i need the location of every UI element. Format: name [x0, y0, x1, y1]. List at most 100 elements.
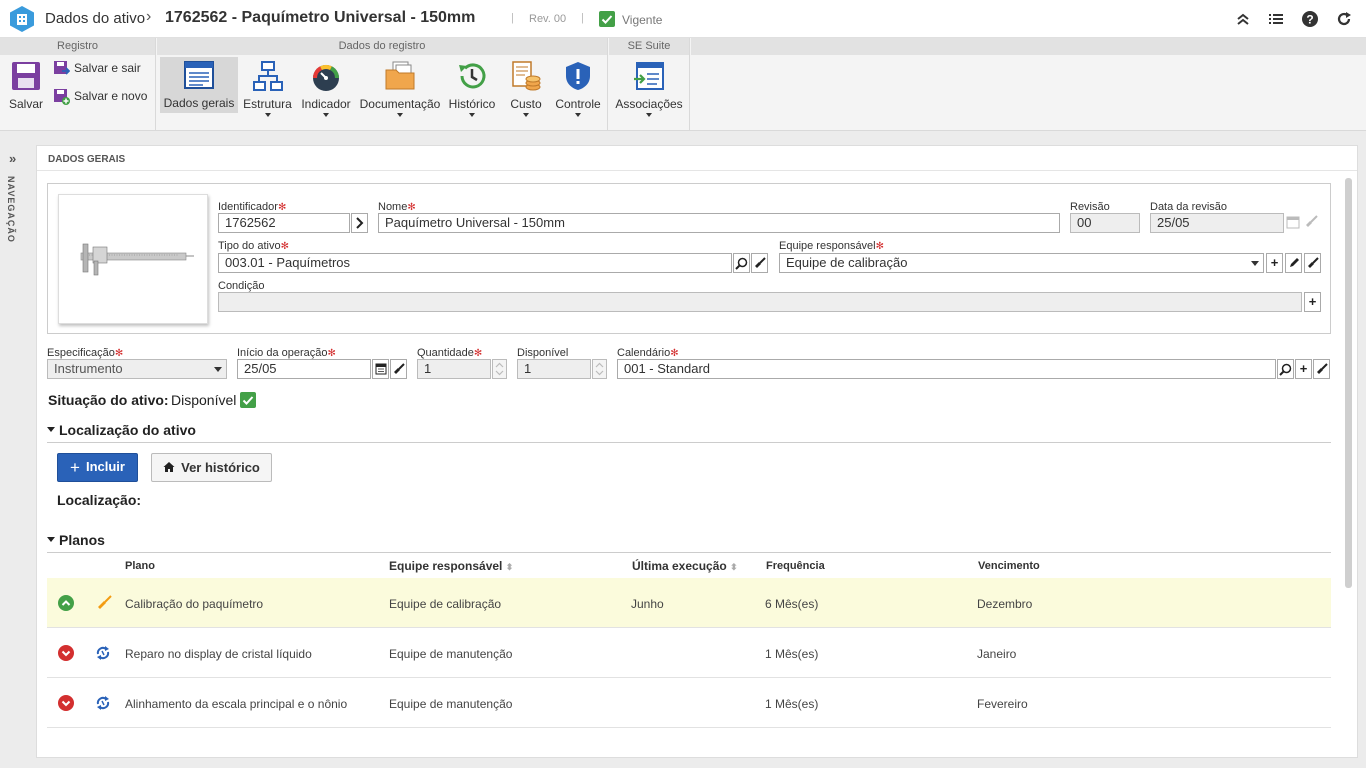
gauge-icon — [310, 60, 342, 92]
collapse-triangle-icon[interactable] — [47, 537, 55, 542]
save-new-label: Salvar e novo — [74, 89, 148, 103]
clear-brush-icon — [1308, 257, 1319, 268]
plans-section-title[interactable]: Planos — [59, 532, 105, 548]
structure-button[interactable]: Estrutura — [240, 58, 295, 117]
clear-brush-icon — [755, 257, 766, 268]
revision-date-field: 25/05 — [1150, 213, 1284, 233]
history-clock-icon — [456, 60, 488, 92]
column-header-plan[interactable]: Plano — [125, 560, 155, 572]
identifier-go-button[interactable] — [351, 213, 368, 233]
navigation-tab[interactable]: NAVEGAÇÃO — [6, 176, 16, 243]
list-icon[interactable] — [1268, 11, 1284, 27]
associations-button[interactable]: Associações — [614, 58, 684, 117]
required-mark-icon: ✻ — [280, 241, 289, 252]
responsible-team-value: Equipe de calibração — [786, 255, 908, 270]
plan-name[interactable]: Alinhamento da escala principal e o nôni… — [125, 697, 347, 711]
vertical-scrollbar[interactable] — [1345, 178, 1352, 588]
sort-icon: ⬍ — [730, 562, 738, 572]
stepper-arrows-icon — [595, 362, 604, 376]
maintenance-cycle-icon — [95, 695, 111, 711]
divider — [37, 170, 1357, 171]
structure-label: Estrutura — [243, 97, 292, 111]
associations-label: Associações — [615, 97, 683, 111]
add-condition-button[interactable]: + — [1304, 292, 1321, 312]
documentation-label: Documentação — [359, 97, 441, 111]
save-exit-icon — [54, 61, 70, 75]
specification-value: Instrumento — [54, 361, 123, 376]
condition-field — [218, 292, 1302, 312]
indicator-button[interactable]: Indicador — [298, 58, 354, 117]
cost-button[interactable]: Custo — [505, 58, 547, 117]
associations-icon — [633, 60, 665, 92]
collapse-triangle-icon[interactable] — [47, 427, 55, 432]
chevron-right-icon — [355, 217, 363, 229]
column-header-frequency[interactable]: Frequência — [766, 560, 825, 572]
record-title: 1762562 - Paquímetro Universal - 150mm — [165, 9, 476, 26]
collapse-up-icon[interactable] — [1235, 11, 1251, 27]
add-button[interactable]: + — [1295, 359, 1312, 379]
clear-button[interactable] — [1304, 253, 1321, 273]
view-history-label: Ver histórico — [181, 460, 260, 475]
asset-type-field[interactable]: 003.01 - Paquímetros — [218, 253, 732, 273]
column-header-last-execution[interactable]: Última execução ⬍ — [632, 559, 738, 573]
documentation-button[interactable]: Documentação — [359, 58, 441, 117]
revision-date-label: Data da revisão — [1150, 201, 1228, 213]
location-section-title[interactable]: Localização do ativo — [59, 422, 196, 438]
control-button[interactable]: Controle — [553, 58, 603, 117]
page-title: Dados do ativo — [45, 10, 146, 27]
ribbon-group-title: SE Suite — [609, 38, 689, 55]
plan-team: Equipe de manutenção — [389, 697, 513, 711]
search-icon — [735, 257, 748, 270]
identifier-label: Identificador✻ — [218, 201, 287, 213]
clear-brush-icon — [1304, 215, 1318, 229]
save-exit-button[interactable]: Salvar e sair — [53, 59, 153, 79]
hierarchy-icon — [252, 60, 284, 92]
plan-due: Dezembro — [977, 597, 1033, 611]
column-header-due[interactable]: Vencimento — [978, 560, 1040, 572]
clear-brush-icon — [1317, 363, 1328, 374]
save-new-button[interactable]: Salvar e novo — [53, 87, 153, 107]
responsible-team-select[interactable]: Equipe de calibração — [779, 253, 1264, 273]
clear-button[interactable] — [1313, 359, 1330, 379]
asset-situation-value: Disponível — [171, 392, 237, 408]
dropdown-arrow-icon — [523, 113, 529, 117]
save-button[interactable]: Salvar — [4, 58, 48, 113]
general-data-button[interactable]: Dados gerais — [160, 57, 238, 113]
search-button[interactable] — [1277, 359, 1294, 379]
plan-name[interactable]: Calibração do paquímetro — [125, 597, 263, 611]
clear-brush-icon — [394, 363, 405, 374]
revision-badge: Rev. 00 — [529, 13, 567, 25]
add-button[interactable]: + — [1266, 253, 1283, 273]
asset-type-label: Tipo do ativo✻ — [218, 240, 289, 252]
view-history-button[interactable]: Ver histórico — [151, 453, 272, 482]
operation-start-field[interactable]: 25/05 — [237, 359, 371, 379]
edit-button[interactable] — [1285, 253, 1302, 273]
calendar-icon — [375, 363, 386, 375]
ribbon-group-title: Registro — [0, 38, 155, 55]
column-header-team[interactable]: Equipe responsável ⬍ — [389, 559, 513, 573]
date-picker-button[interactable] — [372, 359, 389, 379]
breadcrumb-chevron-icon: › — [146, 8, 152, 25]
status-late-icon — [58, 645, 74, 661]
title-separator: | — [511, 12, 514, 24]
asset-photo[interactable] — [58, 194, 208, 324]
search-button[interactable] — [733, 253, 750, 273]
status-label: Vigente — [622, 13, 663, 27]
responsible-team-label: Equipe responsável✻ — [779, 240, 885, 252]
history-button[interactable]: Histórico — [446, 58, 498, 117]
calendar-field[interactable]: 001 - Standard — [617, 359, 1276, 379]
identifier-field[interactable]: 1762562 — [218, 213, 350, 233]
plan-last-execution: Junho — [631, 597, 664, 611]
check-icon — [240, 392, 256, 408]
help-icon[interactable]: ? — [1302, 11, 1318, 27]
clear-button[interactable] — [390, 359, 407, 379]
chevron-down-icon — [1251, 261, 1259, 266]
name-field[interactable]: Paquímetro Universal - 150mm — [378, 213, 1060, 233]
refresh-icon[interactable] — [1336, 11, 1352, 27]
expand-navigation-icon[interactable]: » — [9, 151, 16, 166]
dropdown-arrow-icon — [397, 113, 403, 117]
plan-name[interactable]: Reparo no display de cristal líquido — [125, 647, 312, 661]
clear-button[interactable] — [751, 253, 768, 273]
add-location-button[interactable]: + Incluir — [57, 453, 138, 482]
quantity-stepper — [492, 359, 507, 379]
